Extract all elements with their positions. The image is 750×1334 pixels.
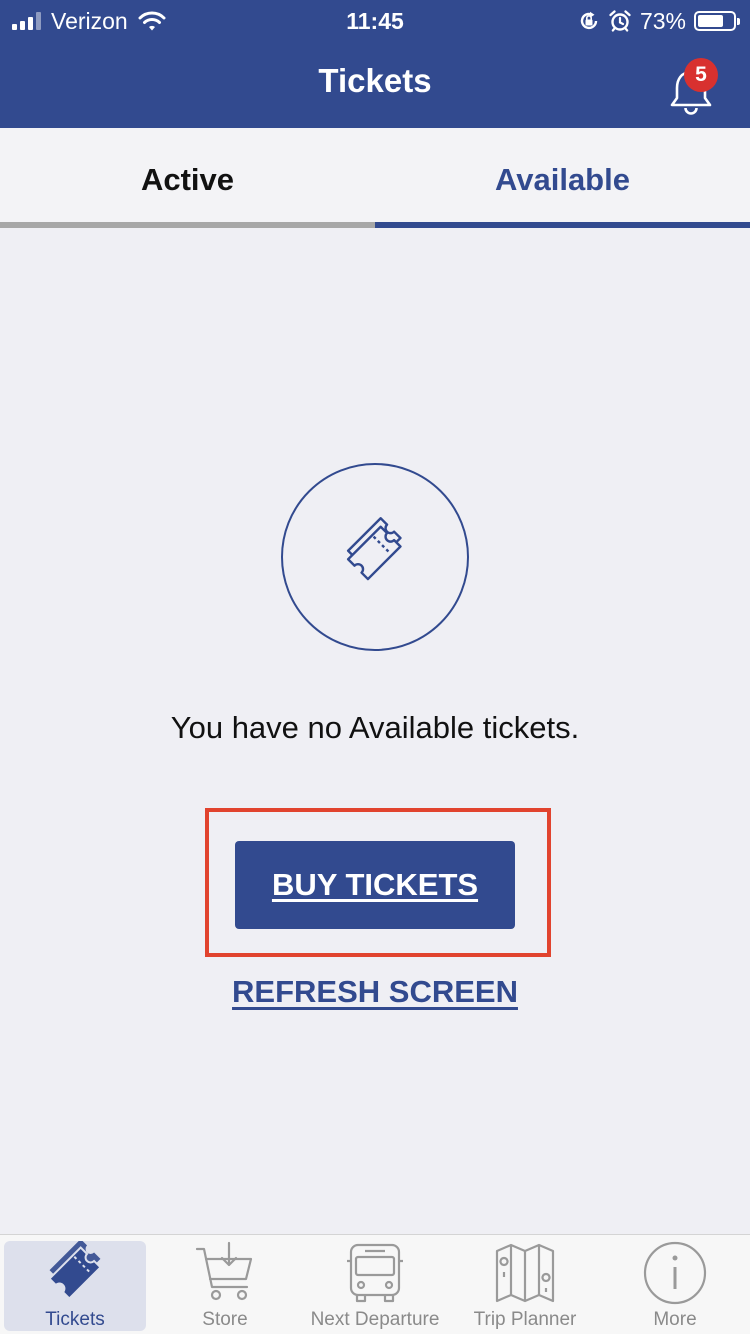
tab-active-underline	[0, 222, 375, 228]
notification-badge: 5	[684, 58, 718, 92]
battery-percent: 73%	[639, 7, 686, 34]
tab-bar-label: Tickets	[45, 1309, 105, 1330]
map-icon	[495, 1243, 555, 1303]
tab-active[interactable]: Active	[0, 128, 375, 228]
battery-level	[698, 15, 723, 27]
tab-bar-label: Next Departure	[310, 1309, 440, 1330]
status-bar: Verizon 11:45 73%	[0, 0, 750, 40]
battery-icon	[694, 11, 740, 31]
refresh-screen-link[interactable]: REFRESH SCREEN	[0, 974, 750, 1010]
cart-icon	[195, 1241, 253, 1301]
bus-icon	[347, 1243, 403, 1303]
ticket-tabs: Active Available	[0, 128, 750, 228]
tab-bar-label: Trip Planner	[473, 1309, 577, 1330]
tickets-icon	[48, 1241, 102, 1300]
tab-bar-label: Store	[202, 1309, 248, 1330]
status-right: 73%	[578, 6, 740, 36]
tab-available[interactable]: Available	[375, 128, 750, 228]
ticket-icon	[346, 517, 402, 581]
tab-bar-trip-planner[interactable]: Trip Planner	[450, 1235, 600, 1334]
empty-state-message: You have no Available tickets.	[170, 710, 580, 745]
page-title: Tickets	[318, 62, 432, 99]
tab-available-label: Available	[495, 162, 630, 197]
empty-state-icon-circle	[281, 463, 469, 651]
tab-bar-next-departure[interactable]: Next Departure	[300, 1235, 450, 1334]
tab-active-label: Active	[140, 162, 235, 197]
title-bar: Tickets 5	[0, 40, 750, 128]
alarm-icon	[609, 10, 631, 32]
header: Verizon 11:45 73% Tickets 5	[0, 0, 750, 128]
tab-bar-store[interactable]: Store	[150, 1235, 300, 1334]
bottom-tab-bar: Tickets Store Next Departure Trip Planne…	[0, 1234, 750, 1334]
tab-bar-more[interactable]: More	[600, 1235, 750, 1334]
tab-available-underline	[375, 222, 750, 228]
tickets-screen: Verizon 11:45 73% Tickets 5 Active Avail…	[0, 0, 750, 1334]
tab-bar-tickets[interactable]: Tickets	[0, 1235, 150, 1334]
tab-bar-label: More	[653, 1309, 697, 1330]
info-icon	[643, 1241, 707, 1305]
orientation-lock-icon	[580, 11, 598, 30]
buy-tickets-button[interactable]: BUY TICKETS	[235, 841, 515, 929]
